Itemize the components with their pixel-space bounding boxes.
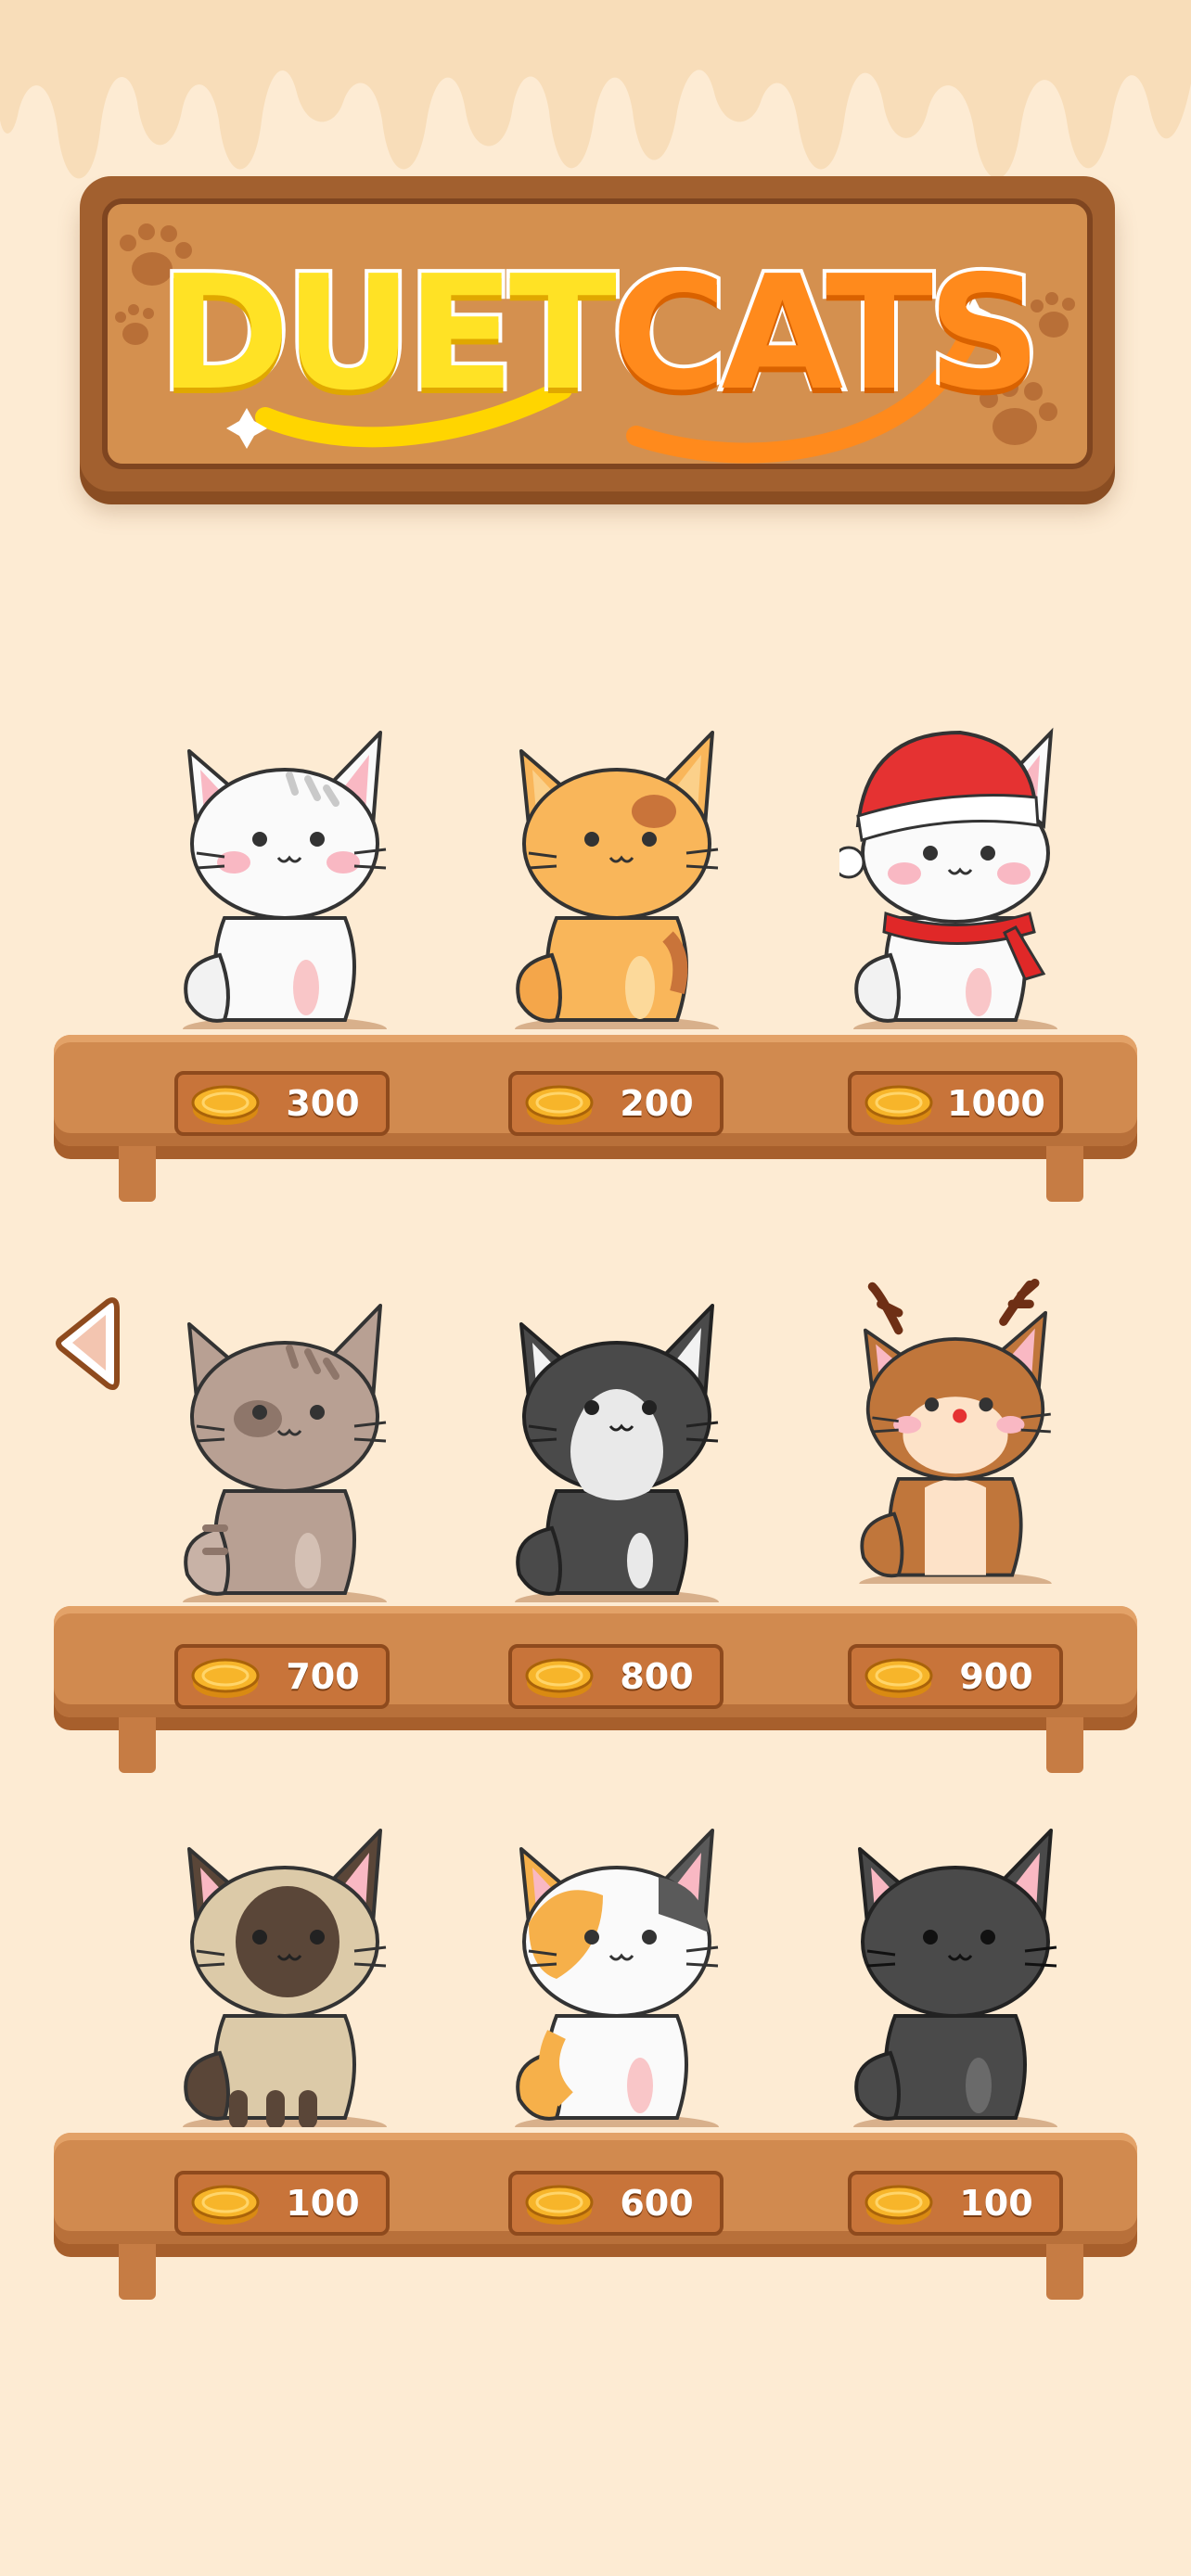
cat-white-tabby[interactable] xyxy=(169,723,401,1029)
coin-icon xyxy=(525,1085,594,1125)
cat-calico[interactable] xyxy=(501,1821,733,2127)
coin-icon xyxy=(191,1085,260,1125)
price-amount: 100 xyxy=(959,2183,1033,2224)
cat-brown-tabby[interactable] xyxy=(169,1296,401,1602)
game-title-board: DUETCATS xyxy=(80,176,1115,491)
coin-icon xyxy=(191,2185,260,2225)
shelf-leg xyxy=(1046,1146,1083,1202)
price-amount: 300 xyxy=(286,1083,360,1124)
price-amount: 200 xyxy=(620,1083,694,1124)
cat-siamese[interactable] xyxy=(169,1821,401,2127)
coin-icon xyxy=(525,1658,594,1698)
coin-icon xyxy=(864,2185,933,2225)
price-tag[interactable]: 700 xyxy=(174,1644,390,1709)
game-title: DUETCATS xyxy=(80,238,1115,429)
left-arrow-icon[interactable] xyxy=(52,1294,122,1391)
cat-black[interactable] xyxy=(839,1821,1071,2127)
price-tag[interactable]: 200 xyxy=(508,1071,724,1136)
price-tag[interactable]: 1000 xyxy=(848,1071,1063,1136)
price-amount: 1000 xyxy=(947,1083,1045,1124)
game-title-duet: DUET xyxy=(156,238,621,429)
cat-orange[interactable] xyxy=(501,723,733,1029)
cat-reindeer[interactable] xyxy=(839,1278,1071,1584)
price-tag[interactable]: 300 xyxy=(174,1071,390,1136)
coin-icon xyxy=(864,1658,933,1698)
price-amount: 700 xyxy=(286,1656,360,1697)
shelf-leg xyxy=(119,1146,156,1202)
cat-tuxedo[interactable] xyxy=(501,1296,733,1602)
price-tag[interactable]: 900 xyxy=(848,1644,1063,1709)
price-amount: 600 xyxy=(620,2183,694,2224)
price-amount: 100 xyxy=(286,2183,360,2224)
price-tag[interactable]: 800 xyxy=(508,1644,724,1709)
game-title-cats: CATS xyxy=(608,238,1045,429)
shelf-leg xyxy=(119,1717,156,1773)
price-amount: 800 xyxy=(620,1656,694,1697)
price-tag[interactable]: 100 xyxy=(174,2171,390,2236)
coin-icon xyxy=(191,1658,260,1698)
price-amount: 900 xyxy=(959,1656,1033,1697)
cat-santa-hat[interactable] xyxy=(839,723,1071,1029)
shelf-leg xyxy=(119,2244,156,2300)
shelf-leg xyxy=(1046,2244,1083,2300)
coin-icon xyxy=(864,1085,933,1125)
price-tag[interactable]: 100 xyxy=(848,2171,1063,2236)
price-tag[interactable]: 600 xyxy=(508,2171,724,2236)
coin-icon xyxy=(525,2185,594,2225)
shelf-leg xyxy=(1046,1717,1083,1773)
